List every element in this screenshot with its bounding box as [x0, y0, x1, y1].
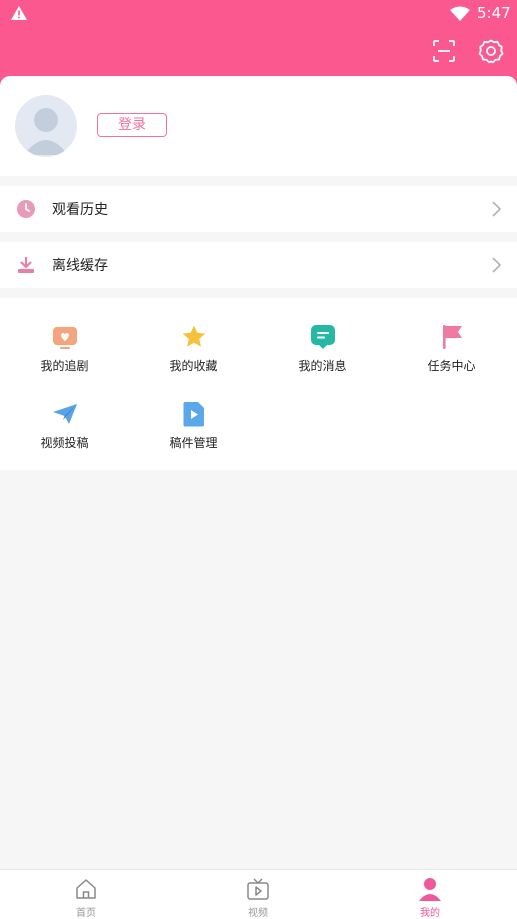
wifi-icon — [450, 6, 470, 21]
nav-item-video[interactable]: 视频 — [228, 870, 288, 919]
grid-item-label: 视频投稿 — [40, 436, 89, 450]
warning-icon — [11, 6, 27, 20]
nav-label: 我的 — [420, 908, 440, 919]
home-icon — [76, 879, 96, 899]
login-button[interactable]: 登录 — [97, 113, 167, 137]
bottom-navigation: 首页 视频 我的 — [0, 869, 517, 919]
status-bar: 5:47 — [0, 0, 517, 28]
star-icon — [182, 325, 206, 347]
grid-item-messages[interactable]: 我的消息 — [258, 298, 387, 373]
chevron-right-icon — [492, 257, 502, 273]
message-icon — [311, 325, 335, 349]
offline-cache-label: 离线缓存 — [52, 258, 108, 274]
clock-icon — [17, 200, 35, 218]
paper-plane-icon — [53, 404, 77, 424]
user-icon — [419, 878, 441, 901]
gear-icon[interactable] — [478, 38, 504, 64]
grid-item-label: 我的追剧 — [40, 359, 89, 373]
flag-icon — [443, 325, 462, 349]
video-file-icon — [183, 402, 204, 427]
default-avatar-icon — [24, 108, 68, 155]
grid-item-task-center[interactable]: 任务中心 — [387, 298, 516, 373]
scan-icon[interactable] — [431, 38, 457, 64]
nav-label: 视频 — [248, 908, 268, 919]
profile-card: 登录 — [0, 76, 517, 176]
status-time: 5:47 — [477, 4, 511, 22]
heart-tv-icon — [53, 327, 77, 349]
nav-item-home[interactable]: 首页 — [56, 870, 116, 919]
grid-item-favorites[interactable]: 我的收藏 — [129, 298, 258, 373]
nav-label: 首页 — [76, 908, 96, 919]
grid-item-label: 任务中心 — [427, 359, 476, 373]
grid-item-my-series[interactable]: 我的追剧 — [0, 298, 129, 373]
offline-cache-row[interactable]: 离线缓存 — [0, 242, 517, 288]
download-icon — [18, 257, 34, 273]
nav-item-mine[interactable]: 我的 — [400, 870, 460, 919]
grid-item-label: 我的收藏 — [169, 359, 218, 373]
chevron-right-icon — [492, 201, 502, 217]
grid-item-label: 稿件管理 — [169, 436, 218, 450]
grid-item-manuscript-management[interactable]: 稿件管理 — [129, 375, 258, 450]
function-grid: 我的追剧 我的收藏 我的消息 任务中心 视频投稿 稿件管理 — [0, 298, 517, 470]
avatar[interactable] — [15, 95, 77, 157]
grid-item-video-upload[interactable]: 视频投稿 — [0, 375, 129, 450]
watch-history-row[interactable]: 观看历史 — [0, 186, 517, 232]
watch-history-label: 观看历史 — [52, 202, 108, 218]
grid-item-label: 我的消息 — [298, 359, 347, 373]
tv-icon — [247, 878, 269, 900]
